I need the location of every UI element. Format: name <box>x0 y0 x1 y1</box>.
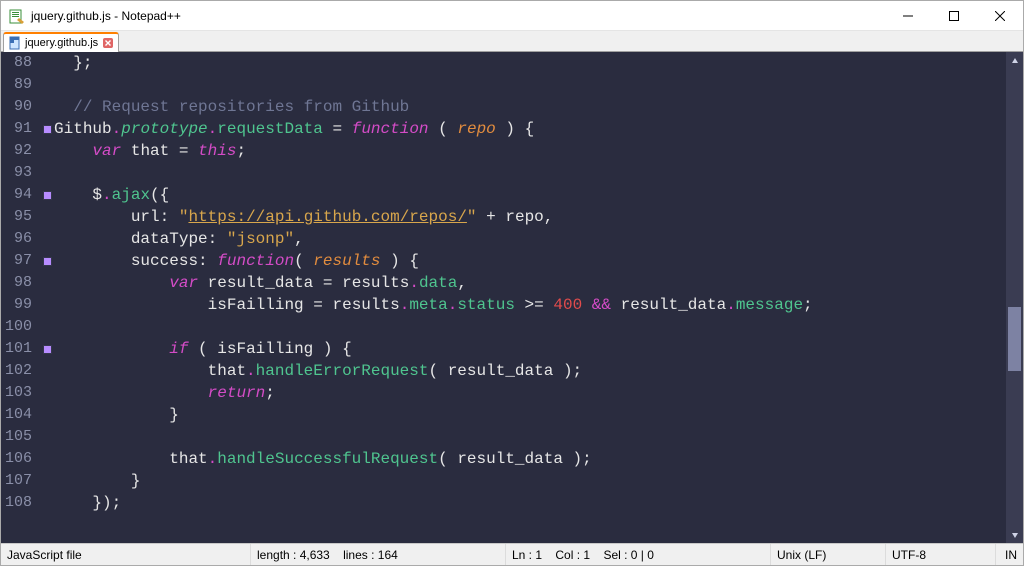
close-button[interactable] <box>977 1 1023 30</box>
code-line[interactable]: Github.prototype.requestData = function … <box>54 118 1006 140</box>
minimize-button[interactable] <box>885 1 931 30</box>
line-number[interactable]: 100 <box>5 316 34 338</box>
window-controls <box>885 1 1023 30</box>
line-gutter[interactable]: 8889909192939495969798991001011021031041… <box>1 52 40 543</box>
line-number[interactable]: 94 <box>5 184 34 206</box>
scrollbar-thumb[interactable] <box>1008 307 1021 371</box>
line-number[interactable]: 102 <box>5 360 34 382</box>
window-title: jquery.github.js - Notepad++ <box>31 9 181 23</box>
code-line[interactable]: url: "https://api.github.com/repos/" + r… <box>54 206 1006 228</box>
code-line[interactable]: if ( isFailling ) { <box>54 338 1006 360</box>
code-line[interactable]: $.ajax({ <box>54 184 1006 206</box>
line-number[interactable]: 89 <box>5 74 34 96</box>
code-content[interactable]: }; // Request repositories from GithubGi… <box>54 52 1006 543</box>
code-line[interactable]: }; <box>54 52 1006 74</box>
titlebar: jquery.github.js - Notepad++ <box>1 1 1023 31</box>
scroll-up-icon[interactable] <box>1006 52 1023 69</box>
tab-close-icon[interactable] <box>102 37 114 49</box>
code-line[interactable] <box>54 74 1006 96</box>
tab-bar[interactable]: jquery.github.js <box>1 31 1023 52</box>
code-line[interactable] <box>54 162 1006 184</box>
status-eol[interactable]: Unix (LF) <box>771 544 886 565</box>
tab-file[interactable]: jquery.github.js <box>3 32 119 52</box>
fold-strip[interactable] <box>40 52 54 543</box>
line-number[interactable]: 98 <box>5 272 34 294</box>
scrollbar-track[interactable] <box>1006 69 1023 526</box>
line-number[interactable]: 91 <box>5 118 34 140</box>
code-line[interactable]: // Request repositories from Github <box>54 96 1006 118</box>
code-line[interactable]: dataType: "jsonp", <box>54 228 1006 250</box>
code-editor[interactable]: 8889909192939495969798991001011021031041… <box>1 52 1023 543</box>
scroll-down-icon[interactable] <box>1006 526 1023 543</box>
line-number[interactable]: 106 <box>5 448 34 470</box>
line-number[interactable]: 90 <box>5 96 34 118</box>
app-icon <box>9 8 25 24</box>
line-number[interactable]: 101 <box>5 338 34 360</box>
code-line[interactable]: return; <box>54 382 1006 404</box>
file-icon <box>8 36 22 50</box>
line-number[interactable]: 96 <box>5 228 34 250</box>
fold-marker-icon[interactable] <box>43 191 52 200</box>
code-line[interactable]: that.handleSuccessfulRequest( result_dat… <box>54 448 1006 470</box>
fold-marker-icon[interactable] <box>43 125 52 134</box>
line-number[interactable]: 104 <box>5 404 34 426</box>
line-number[interactable]: 99 <box>5 294 34 316</box>
code-line[interactable] <box>54 316 1006 338</box>
maximize-button[interactable] <box>931 1 977 30</box>
status-document-stats: length : 4,633 lines : 164 <box>251 544 506 565</box>
code-line[interactable]: } <box>54 470 1006 492</box>
line-number[interactable]: 107 <box>5 470 34 492</box>
line-number[interactable]: 93 <box>5 162 34 184</box>
tab-label: jquery.github.js <box>25 37 98 49</box>
fold-marker-icon[interactable] <box>43 345 52 354</box>
line-number[interactable]: 105 <box>5 426 34 448</box>
code-line[interactable] <box>54 426 1006 448</box>
status-insert-mode[interactable]: IN <box>996 544 1023 565</box>
line-number[interactable]: 108 <box>5 492 34 514</box>
code-line[interactable]: isFailling = results.meta.status >= 400 … <box>54 294 1006 316</box>
line-number[interactable]: 95 <box>5 206 34 228</box>
status-cursor-position: Ln : 1 Col : 1 Sel : 0 | 0 <box>506 544 771 565</box>
line-number[interactable]: 103 <box>5 382 34 404</box>
code-line[interactable]: var that = this; <box>54 140 1006 162</box>
line-number[interactable]: 97 <box>5 250 34 272</box>
status-filetype: JavaScript file <box>1 544 251 565</box>
status-encoding[interactable]: UTF-8 <box>886 544 996 565</box>
line-number[interactable]: 92 <box>5 140 34 162</box>
code-line[interactable]: } <box>54 404 1006 426</box>
vertical-scrollbar[interactable] <box>1006 52 1023 543</box>
code-line[interactable]: var result_data = results.data, <box>54 272 1006 294</box>
line-number[interactable]: 88 <box>5 52 34 74</box>
status-bar: JavaScript file length : 4,633 lines : 1… <box>1 543 1023 565</box>
fold-marker-icon[interactable] <box>43 257 52 266</box>
code-line[interactable]: success: function( results ) { <box>54 250 1006 272</box>
code-line[interactable]: }); <box>54 492 1006 514</box>
code-line[interactable]: that.handleErrorRequest( result_data ); <box>54 360 1006 382</box>
